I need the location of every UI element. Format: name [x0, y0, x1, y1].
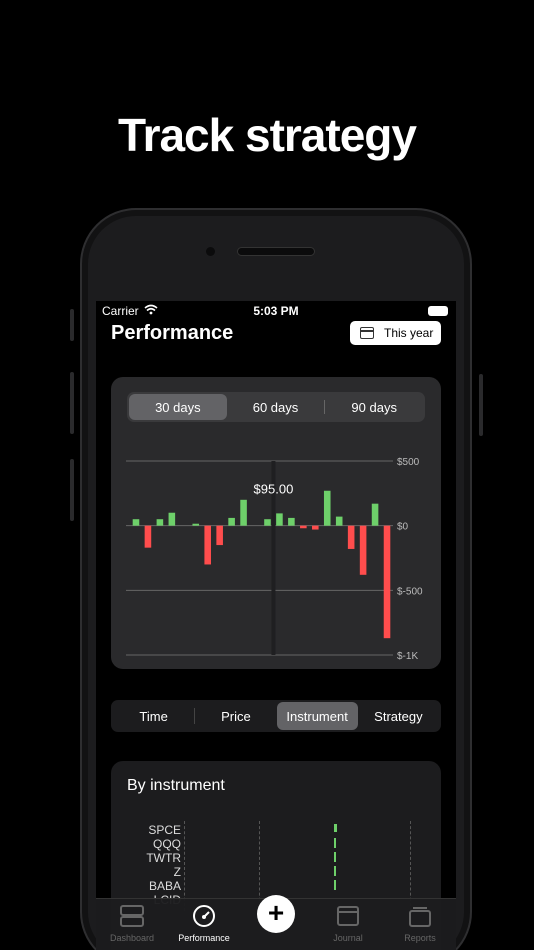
add-trade-button[interactable]: + — [257, 895, 295, 933]
tab-strategy[interactable]: Strategy — [358, 702, 439, 730]
dashboard-icon — [120, 905, 144, 927]
instrument-label: SPCE — [148, 823, 181, 837]
instrument-bar — [334, 852, 336, 862]
tab-bar: Dashboard Performance + Journal Reports — [96, 895, 456, 950]
stack-icon — [409, 907, 431, 927]
earpiece-speaker — [237, 247, 315, 256]
chart-bar — [156, 519, 164, 526]
chart-bar — [192, 523, 200, 526]
chart-bar — [312, 525, 319, 530]
period-selector-button[interactable]: This year — [350, 321, 441, 345]
page-title: Performance — [111, 322, 234, 344]
instrument-bar — [334, 838, 336, 848]
headline: Track strategy — [118, 109, 417, 161]
tabbar-dashboard[interactable]: Dashboard — [96, 905, 168, 943]
instrument-label: BABA — [148, 879, 181, 893]
chart-bar — [228, 517, 235, 526]
instrument-bar — [334, 824, 337, 832]
y-tick-label: $500 — [397, 457, 420, 468]
tab-time[interactable]: Time — [113, 702, 194, 730]
y-tick-label: $-500 — [397, 586, 423, 597]
tabbar-performance[interactable]: Performance — [168, 905, 240, 943]
front-camera — [206, 247, 215, 256]
tab-price[interactable]: Price — [195, 702, 276, 730]
power-button — [479, 374, 483, 436]
chart-bar — [371, 503, 379, 526]
chart-bar — [216, 525, 223, 546]
selected-value-label: $95.00 — [254, 481, 294, 496]
tabbar-label: Performance — [178, 933, 230, 943]
gauge-icon — [193, 905, 215, 927]
chart-bar — [288, 517, 295, 526]
chart-bar — [132, 519, 140, 526]
chart-bar — [168, 512, 176, 526]
chart-bar — [300, 525, 307, 529]
y-tick-label: $-1K — [397, 651, 418, 662]
chart-bar — [144, 525, 152, 548]
volume-down-button — [70, 459, 74, 521]
calendar-icon — [337, 906, 359, 926]
pnl-chart-card: 30 days 60 days 90 days $500 $0 $-500 $-1K $… — [111, 377, 441, 669]
instrument-bar — [334, 880, 336, 890]
tabbar-label: Dashboard — [109, 933, 155, 943]
instrument-label: TWTR — [146, 851, 181, 865]
chart-bar — [383, 525, 391, 639]
analysis-tabs: Time Price Instrument Strategy — [111, 700, 441, 732]
chart-bar — [204, 525, 211, 565]
battery-icon — [428, 306, 448, 316]
chart-bar — [323, 490, 331, 526]
y-tick-label: $0 — [397, 522, 409, 533]
tabbar-label: Journal — [333, 933, 363, 943]
card-title: By instrument — [127, 777, 225, 794]
instrument-label: QQQ — [152, 837, 181, 851]
tab-instrument[interactable]: Instrument — [276, 702, 358, 730]
status-bar: Carrier 5:03 PM — [96, 301, 456, 321]
chart-bar — [264, 519, 271, 526]
tabbar-reports[interactable]: Reports — [384, 905, 456, 943]
volume-up-button — [70, 372, 74, 434]
tabbar-journal[interactable]: Journal — [312, 905, 384, 943]
period-label: This year — [384, 326, 434, 340]
instrument-label: Z — [173, 865, 181, 879]
chart-bar — [359, 525, 367, 575]
chart-bar — [347, 525, 355, 549]
chart-bar — [335, 516, 343, 526]
calendar-icon — [360, 327, 374, 339]
mute-switch — [70, 309, 74, 341]
app-screen: Carrier 5:03 PM Performance This year 30… — [96, 301, 456, 950]
tabbar-label: Reports — [404, 933, 436, 943]
clock: 5:03 PM — [253, 304, 299, 318]
chart-bar — [240, 499, 247, 526]
pnl-bar-chart[interactable]: $500 $0 $-500 $-1K $95.00 — [111, 377, 441, 669]
instrument-bar — [334, 866, 336, 876]
chart-bar — [276, 513, 283, 526]
